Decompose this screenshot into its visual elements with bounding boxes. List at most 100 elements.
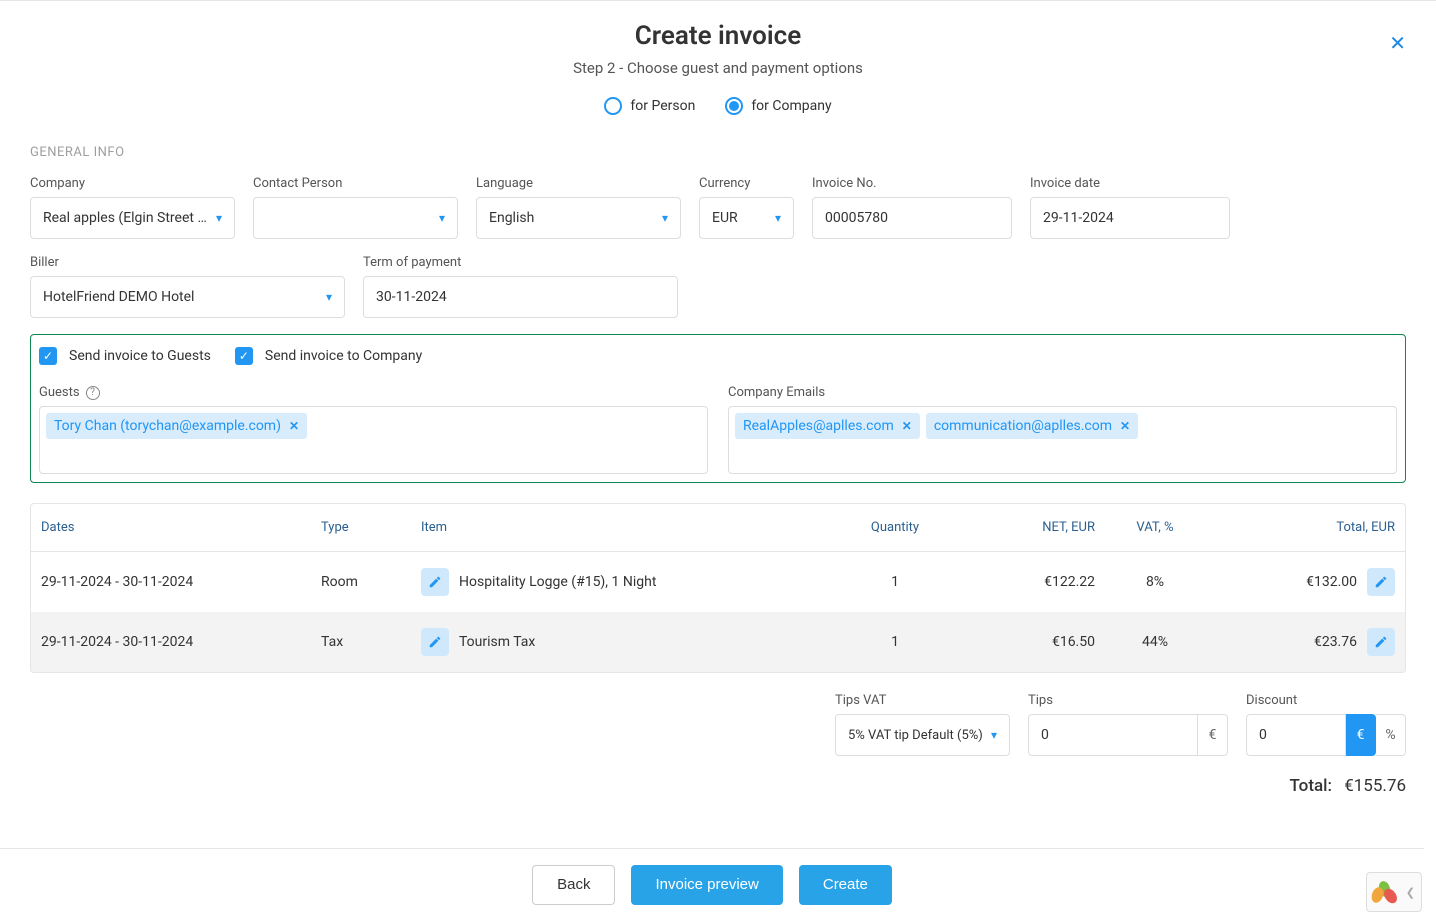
create-button[interactable]: Create bbox=[799, 865, 892, 905]
th-net: NET, EUR bbox=[955, 520, 1095, 535]
label-guests: Guests bbox=[39, 385, 80, 400]
select-currency[interactable]: EUR ▾ bbox=[699, 197, 794, 239]
chip-remove-icon[interactable]: ✕ bbox=[289, 419, 299, 433]
label-invoice-date: Invoice date bbox=[1030, 176, 1230, 191]
page-subtitle: Step 2 - Choose guest and payment option… bbox=[30, 59, 1406, 77]
radio-for-company[interactable]: for Company bbox=[725, 97, 831, 115]
cell-type: Room bbox=[321, 574, 421, 590]
pencil-icon bbox=[428, 575, 442, 589]
tag-input-guests[interactable]: Tory Chan (torychan@example.com) ✕ bbox=[39, 406, 708, 474]
help-icon[interactable]: ? bbox=[86, 386, 100, 400]
help-widget[interactable]: ❮ bbox=[1366, 872, 1422, 912]
label-invoice-no: Invoice No. bbox=[812, 176, 1012, 191]
checkbox-label: Send invoice to Guests bbox=[69, 348, 211, 364]
select-company[interactable]: Real apples (Elgin Street ON ▾ bbox=[30, 197, 235, 239]
unit-eur: € bbox=[1198, 714, 1228, 756]
th-total: Total, EUR bbox=[1215, 520, 1395, 535]
chip-text: RealApples@aplles.com bbox=[743, 418, 894, 434]
label-term-of-payment: Term of payment bbox=[363, 255, 678, 270]
edit-row-button[interactable] bbox=[1367, 628, 1395, 656]
close-icon[interactable]: ✕ bbox=[1389, 31, 1406, 55]
input-value: 30-11-2024 bbox=[376, 289, 447, 305]
cell-quantity: 1 bbox=[835, 574, 955, 590]
chip-email: RealApples@aplles.com ✕ bbox=[735, 413, 920, 439]
cell-total: €23.76 bbox=[1314, 634, 1357, 650]
send-options-box: ✓ Send invoice to Guests ✓ Send invoice … bbox=[30, 334, 1406, 483]
chip-guest: Tory Chan (torychan@example.com) ✕ bbox=[46, 413, 307, 439]
logo-icon bbox=[1373, 881, 1395, 903]
table-row: 29-11-2024 - 30-11-2024 Room Hospitality… bbox=[31, 552, 1405, 612]
section-general-info: GENERAL INFO bbox=[30, 145, 1406, 160]
input-value: 29-11-2024 bbox=[1043, 210, 1114, 226]
chevron-down-icon: ▾ bbox=[216, 211, 222, 225]
page-title: Create invoice bbox=[30, 21, 1406, 51]
radio-label: for Person bbox=[630, 98, 695, 114]
radio-icon bbox=[725, 97, 743, 115]
discount-unit-pct-button[interactable]: % bbox=[1376, 714, 1406, 756]
input-term-of-payment[interactable]: 30-11-2024 bbox=[363, 276, 678, 318]
table-row: 29-11-2024 - 30-11-2024 Tax Tourism Tax … bbox=[31, 612, 1405, 672]
label-tips: Tips bbox=[1028, 693, 1228, 708]
th-dates: Dates bbox=[41, 520, 321, 535]
label-language: Language bbox=[476, 176, 681, 191]
table-header-row: Dates Type Item Quantity NET, EUR VAT, %… bbox=[31, 504, 1405, 552]
cell-vat: 8% bbox=[1095, 574, 1215, 590]
cell-dates: 29-11-2024 - 30-11-2024 bbox=[41, 574, 321, 590]
footer-bar: Back Invoice preview Create bbox=[0, 848, 1424, 920]
cell-dates: 29-11-2024 - 30-11-2024 bbox=[41, 634, 321, 650]
edit-row-button[interactable] bbox=[1367, 568, 1395, 596]
label-tips-vat: Tips VAT bbox=[835, 693, 1010, 708]
select-biller[interactable]: HotelFriend DEMO Hotel ▾ bbox=[30, 276, 345, 318]
select-value: HotelFriend DEMO Hotel bbox=[43, 289, 194, 305]
grand-total-label: Total: bbox=[1289, 776, 1332, 796]
th-type: Type bbox=[321, 520, 421, 535]
cell-net: €122.22 bbox=[955, 574, 1095, 590]
checkbox-send-to-guests[interactable]: ✓ Send invoice to Guests bbox=[39, 347, 211, 365]
pencil-icon bbox=[1374, 635, 1388, 649]
chevron-down-icon: ▾ bbox=[662, 211, 668, 225]
cell-quantity: 1 bbox=[835, 634, 955, 650]
select-tips-vat[interactable]: 5% VAT tip Default (5%) ▾ bbox=[835, 714, 1010, 756]
chevron-down-icon: ▾ bbox=[775, 211, 781, 225]
label-currency: Currency bbox=[699, 176, 794, 191]
chip-text: Tory Chan (torychan@example.com) bbox=[54, 418, 281, 434]
grand-total-value: €155.76 bbox=[1344, 776, 1406, 796]
discount-unit-eur-button[interactable]: € bbox=[1346, 714, 1376, 756]
chip-remove-icon[interactable]: ✕ bbox=[902, 419, 912, 433]
cell-vat: 44% bbox=[1095, 634, 1215, 650]
checkbox-send-to-company[interactable]: ✓ Send invoice to Company bbox=[235, 347, 422, 365]
checkmark-icon: ✓ bbox=[235, 347, 253, 365]
chip-remove-icon[interactable]: ✕ bbox=[1120, 419, 1130, 433]
cell-item: Hospitality Logge (#15), 1 Night bbox=[459, 574, 656, 590]
checkmark-icon: ✓ bbox=[39, 347, 57, 365]
label-company-emails: Company Emails bbox=[728, 385, 825, 400]
line-items-table: Dates Type Item Quantity NET, EUR VAT, %… bbox=[30, 503, 1406, 673]
cell-type: Tax bbox=[321, 634, 421, 650]
th-quantity: Quantity bbox=[835, 520, 955, 535]
input-tips[interactable]: 0 bbox=[1028, 714, 1198, 756]
select-language[interactable]: English ▾ bbox=[476, 197, 681, 239]
tag-input-company-emails[interactable]: RealApples@aplles.com ✕ communication@ap… bbox=[728, 406, 1397, 474]
chevron-left-icon: ❮ bbox=[1406, 886, 1415, 899]
label-contact-person: Contact Person bbox=[253, 176, 458, 191]
invoice-preview-button[interactable]: Invoice preview bbox=[631, 865, 782, 905]
select-contact-person[interactable]: ▾ bbox=[253, 197, 458, 239]
chevron-down-icon: ▾ bbox=[991, 728, 997, 742]
cell-item: Tourism Tax bbox=[459, 634, 535, 650]
chevron-down-icon: ▾ bbox=[326, 290, 332, 304]
edit-item-button[interactable] bbox=[421, 568, 449, 596]
radio-icon bbox=[604, 97, 622, 115]
label-company: Company bbox=[30, 176, 235, 191]
checkbox-label: Send invoice to Company bbox=[265, 348, 422, 364]
back-button[interactable]: Back bbox=[532, 865, 615, 905]
radio-label: for Company bbox=[751, 98, 831, 114]
th-vat: VAT, % bbox=[1095, 520, 1215, 535]
input-value: 00005780 bbox=[825, 210, 888, 226]
pencil-icon bbox=[1374, 575, 1388, 589]
input-invoice-date[interactable]: 29-11-2024 bbox=[1030, 197, 1230, 239]
input-discount[interactable]: 0 bbox=[1246, 714, 1346, 756]
input-invoice-no[interactable]: 00005780 bbox=[812, 197, 1012, 239]
select-value: EUR bbox=[712, 210, 738, 226]
radio-for-person[interactable]: for Person bbox=[604, 97, 695, 115]
edit-item-button[interactable] bbox=[421, 628, 449, 656]
